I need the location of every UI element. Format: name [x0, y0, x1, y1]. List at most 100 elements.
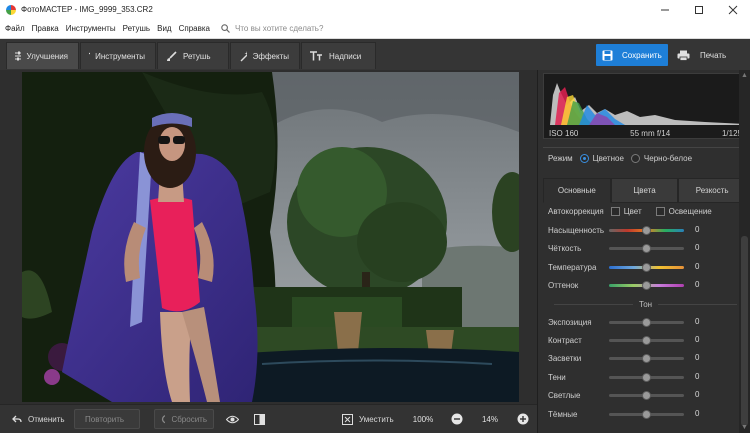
slider-handle[interactable] — [642, 226, 651, 235]
temperature-slider: Температура 0 — [548, 260, 738, 274]
tab-sharpness[interactable]: Резкость — [678, 178, 746, 203]
highlights-slider: Засветки 0 — [548, 351, 738, 365]
fit-label: Уместить — [359, 415, 394, 424]
redo-button[interactable]: Повторить — [74, 409, 140, 429]
slider-label: Насыщенность — [548, 226, 608, 235]
panel-scrollbar[interactable]: ▲ ▼ — [739, 70, 750, 433]
menu-file[interactable]: Файл — [5, 24, 25, 33]
reset-icon — [161, 414, 165, 424]
slider-value: 0 — [695, 243, 699, 252]
slider-label: Тёмные — [548, 410, 608, 419]
slider-track[interactable] — [609, 247, 684, 250]
tab-effects[interactable]: Эффекты — [230, 42, 300, 69]
exposure-slider: Экспозиция 0 — [548, 315, 738, 329]
slider-track[interactable] — [609, 339, 684, 342]
blacks-slider: Тёмные 0 — [548, 407, 738, 421]
slider-handle[interactable] — [642, 410, 651, 419]
slider-track[interactable] — [609, 394, 684, 397]
menu-help[interactable]: Справка — [179, 24, 210, 33]
slider-track[interactable] — [609, 284, 684, 287]
menu-tools[interactable]: Инструменты — [66, 24, 116, 33]
scroll-down-icon[interactable]: ▼ — [741, 424, 748, 431]
menu-search[interactable]: Что вы хотите сделать? — [221, 24, 323, 33]
photo-illustration — [22, 72, 519, 402]
minimize-button[interactable] — [648, 0, 682, 19]
tab-label: Инструменты — [95, 52, 145, 61]
auto-light-label[interactable]: Освещение — [669, 207, 712, 216]
slider-handle[interactable] — [642, 373, 651, 382]
slider-value: 0 — [695, 280, 699, 289]
slider-label: Засветки — [548, 354, 608, 363]
magic-wand-icon — [239, 51, 247, 62]
print-button[interactable]: Печать — [672, 44, 744, 66]
reset-button[interactable]: Сбросить — [154, 409, 214, 429]
close-button[interactable] — [716, 0, 750, 19]
histogram-graph — [545, 75, 746, 125]
auto-color-checkbox[interactable] — [611, 207, 620, 216]
window-controls — [648, 0, 750, 19]
slider-handle[interactable] — [642, 244, 651, 253]
preview-eye-button[interactable] — [222, 409, 242, 429]
slider-handle[interactable] — [642, 318, 651, 327]
tab-label: Эффекты — [253, 52, 289, 61]
slider-track[interactable] — [609, 357, 684, 360]
tab-captions[interactable]: Надписи — [301, 42, 376, 69]
minimize-icon — [660, 5, 670, 15]
slider-track[interactable] — [609, 376, 684, 379]
scrollbar-thumb[interactable] — [741, 236, 748, 426]
slider-handle[interactable] — [642, 281, 651, 290]
slider-label: Чёткость — [548, 244, 608, 253]
slider-handle[interactable] — [642, 354, 651, 363]
mode-color-label[interactable]: Цветное — [593, 154, 624, 163]
slider-track[interactable] — [609, 413, 684, 416]
divider — [543, 147, 746, 148]
compare-icon — [254, 414, 265, 425]
mode-label: Режим — [548, 154, 573, 163]
app-logo-icon — [6, 5, 16, 15]
menu-edit[interactable]: Правка — [32, 24, 59, 33]
slider-handle[interactable] — [642, 391, 651, 400]
search-icon — [221, 24, 230, 33]
zoom-out-button[interactable] — [447, 409, 467, 429]
zoom-in-button[interactable] — [513, 409, 533, 429]
scroll-up-icon[interactable]: ▲ — [741, 72, 748, 79]
fit-button[interactable]: Уместить — [342, 409, 394, 429]
sliders-icon — [15, 51, 21, 61]
slider-handle[interactable] — [642, 263, 651, 272]
plus-circle-icon — [517, 413, 529, 425]
compare-button[interactable] — [249, 409, 269, 429]
menu-retouch[interactable]: Ретушь — [123, 24, 151, 33]
slider-label: Светлые — [548, 391, 608, 400]
undo-button[interactable]: Отменить — [12, 409, 65, 429]
tab-tools[interactable]: Инструменты — [80, 42, 156, 69]
zoom-100-button[interactable]: 100% — [405, 409, 441, 429]
slider-handle[interactable] — [642, 336, 651, 345]
tab-colors[interactable]: Цвета — [611, 178, 679, 203]
maximize-button[interactable] — [682, 0, 716, 19]
lens-value: 55 mm f/14 — [630, 129, 670, 138]
tab-enhancements[interactable]: Улучшения — [6, 42, 79, 69]
tab-retouch[interactable]: Ретушь — [157, 42, 229, 69]
auto-color-label[interactable]: Цвет — [624, 207, 642, 216]
eye-icon — [226, 415, 239, 424]
tab-basic[interactable]: Основные — [543, 178, 611, 203]
auto-light-checkbox[interactable] — [656, 207, 665, 216]
slider-track[interactable] — [609, 266, 684, 269]
contrast-slider: Контраст 0 — [548, 333, 738, 347]
histogram: ISO 160 55 mm f/14 1/125 — [543, 73, 746, 139]
undo-icon — [12, 415, 22, 424]
save-button[interactable]: Сохранить — [596, 44, 668, 66]
auto-label: Автокоррекция — [548, 207, 604, 216]
save-label: Сохранить — [622, 51, 662, 60]
menu-view[interactable]: Вид — [157, 24, 171, 33]
photo-canvas[interactable] — [0, 70, 537, 404]
mode-color-radio[interactable] — [580, 154, 589, 163]
slider-track[interactable] — [609, 229, 684, 232]
photo-image[interactable] — [22, 72, 519, 402]
slider-label: Контраст — [548, 336, 608, 345]
slider-label: Экспозиция — [548, 318, 608, 327]
slider-track[interactable] — [609, 321, 684, 324]
mode-bw-label[interactable]: Черно-белое — [644, 154, 692, 163]
maximize-icon — [694, 5, 704, 15]
mode-bw-radio[interactable] — [631, 154, 640, 163]
